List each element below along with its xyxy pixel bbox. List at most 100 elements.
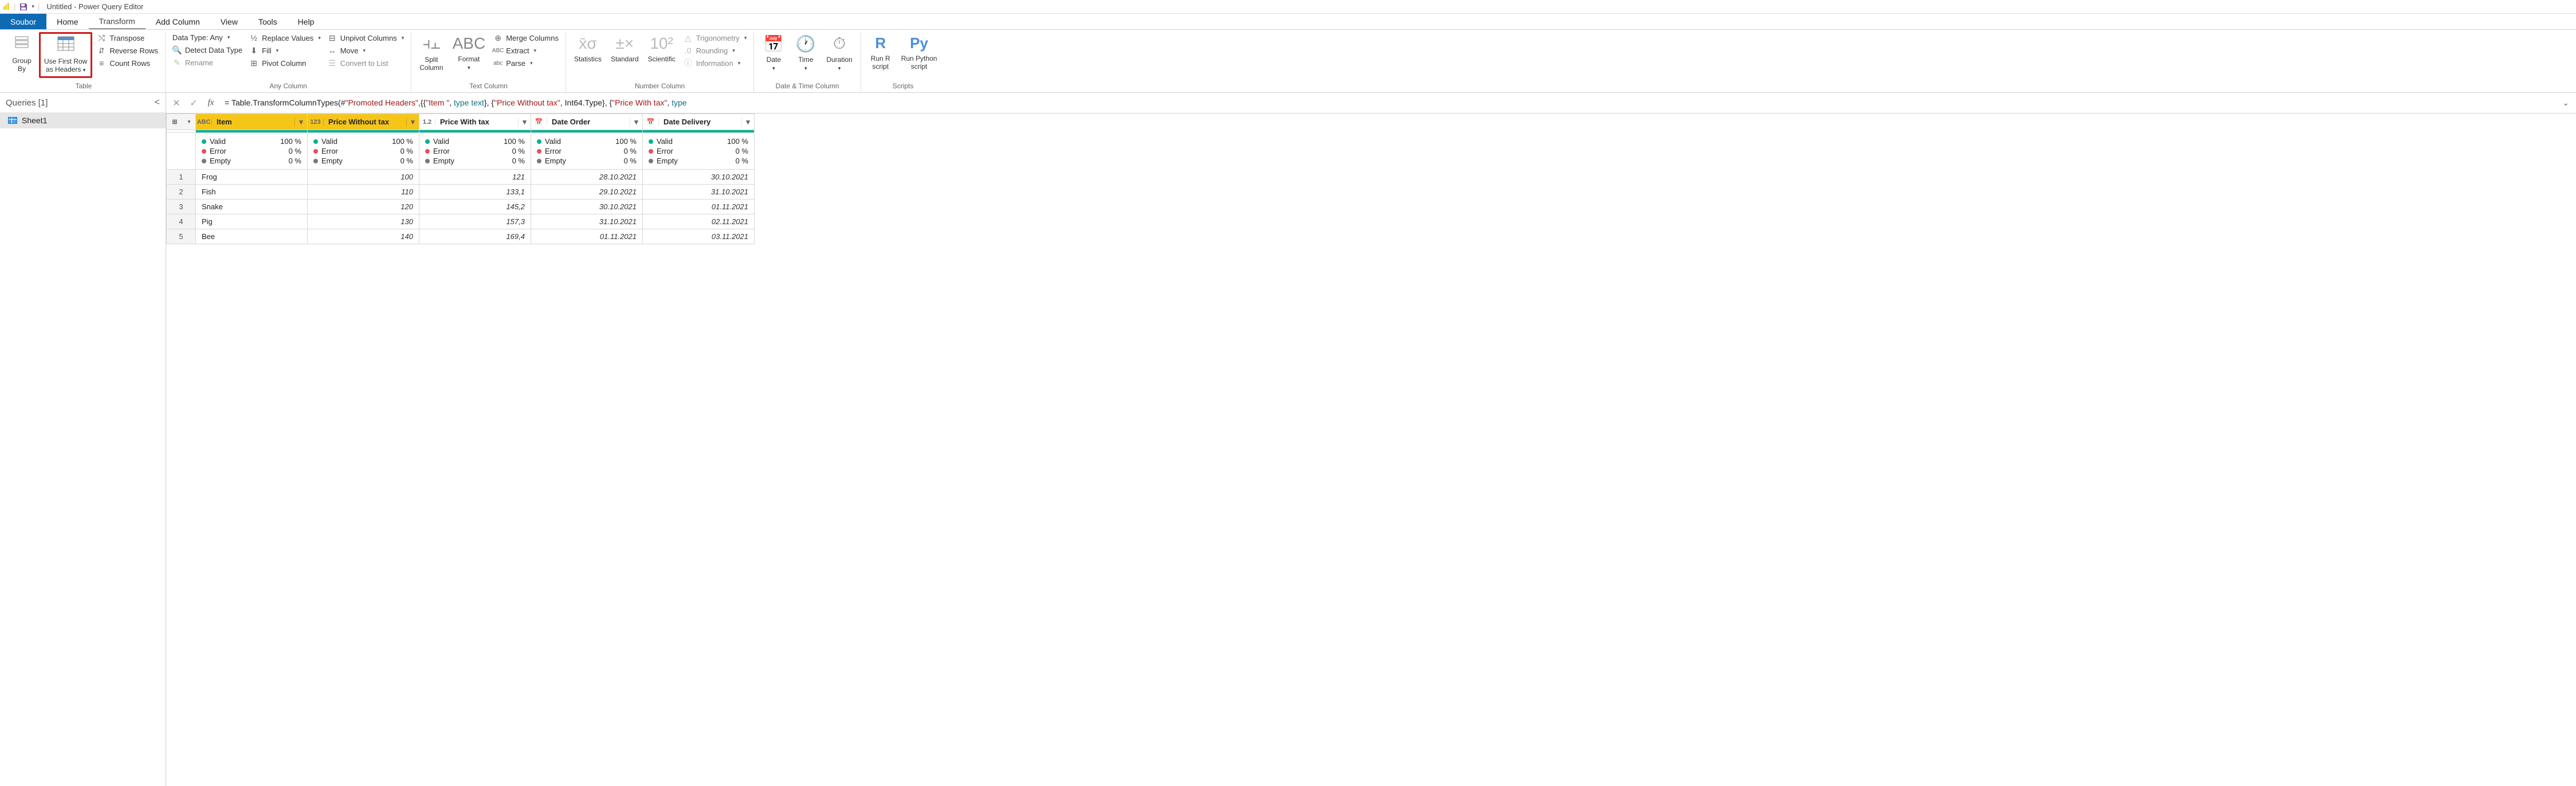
format-button[interactable]: ABC Format▾ — [449, 32, 489, 74]
merge-icon: ⊕ — [493, 33, 502, 42]
scientific-button[interactable]: 10²Scientific — [645, 32, 679, 65]
filter-icon[interactable]: ▾ — [294, 118, 307, 127]
ribbon-group-text-column: ⫞⫠ Split Column ABC Format▾ ⊕Merge Colum… — [411, 32, 566, 92]
standard-icon: ±× — [615, 34, 634, 53]
formula-bar: ✕ ✓ fx = Table.TransformColumnTypes(#"Pr… — [166, 93, 2576, 114]
merge-columns-button[interactable]: ⊕Merge Columns — [491, 32, 561, 44]
data-grid[interactable]: ⊞▾ ABCItem▾ 123Price Without tax▾ 1.2Pri… — [166, 114, 2576, 244]
replace-values-button[interactable]: ½Replace Values▾ — [247, 32, 323, 44]
table-row[interactable]: 1Frog10012128.10.202130.10.2021 — [167, 170, 755, 185]
replace-icon: ½ — [249, 33, 258, 42]
queries-pane: Queries [1] < Sheet1 — [0, 93, 166, 786]
tab-view[interactable]: View — [210, 14, 248, 29]
parse-button[interactable]: abcParse▾ — [491, 57, 561, 69]
tab-file[interactable]: Soubor — [0, 14, 46, 29]
standard-button[interactable]: ±×Standard — [607, 32, 642, 65]
group-label-table: Table — [7, 81, 160, 92]
cancel-formula-icon[interactable]: ✕ — [170, 96, 183, 110]
calendar-icon: 📅 — [764, 34, 784, 53]
tab-tools[interactable]: Tools — [248, 14, 288, 29]
pivot-column-button[interactable]: ⊞Pivot Column — [247, 57, 323, 69]
scientific-icon: 10² — [650, 34, 673, 53]
statistics-button[interactable]: x̄σStatistics — [571, 32, 605, 65]
header-row: ⊞▾ ABCItem▾ 123Price Without tax▾ 1.2Pri… — [167, 114, 755, 130]
detect-data-type-button[interactable]: 🔍Detect Data Type — [170, 44, 245, 56]
group-by-button[interactable]: Group By — [7, 32, 37, 75]
text-type-icon: ABC — [196, 119, 212, 126]
count-rows-button[interactable]: ≡Count Rows — [95, 57, 160, 69]
column-header-item[interactable]: ABCItem▾ — [196, 114, 308, 130]
rounding-button[interactable]: .0Rounding▾ — [681, 45, 749, 56]
time-button[interactable]: 🕐Time▾ — [791, 32, 820, 75]
expand-formula-icon[interactable]: ⌄ — [2559, 98, 2573, 108]
fx-icon[interactable]: fx — [204, 96, 218, 110]
split-column-button[interactable]: ⫞⫠ Split Column — [416, 32, 446, 74]
python-icon: Py — [910, 34, 928, 52]
collapse-pane-icon[interactable]: < — [155, 97, 160, 108]
move-icon: ↔ — [328, 46, 337, 55]
column-header-price-without-tax[interactable]: 123Price Without tax▾ — [308, 114, 419, 130]
fill-button[interactable]: ⬇Fill▾ — [247, 45, 323, 56]
rename-button[interactable]: ✎Rename — [170, 57, 245, 68]
filter-icon[interactable]: ▾ — [741, 118, 754, 127]
chevron-down-icon[interactable]: ▾ — [183, 119, 195, 125]
split-icon: ⫞⫠ — [422, 34, 440, 53]
unpivot-columns-button[interactable]: ⊟Unpivot Columns▾ — [325, 32, 407, 44]
group-label-datetime: Date & Time Column — [759, 81, 855, 92]
column-stats: Valid100 % Error0 % Empty0 % — [643, 133, 755, 170]
tab-home[interactable]: Home — [46, 14, 88, 29]
table-icon — [8, 117, 17, 124]
duration-button[interactable]: ⏱Duration▾ — [823, 32, 855, 75]
filter-icon[interactable]: ▾ — [406, 118, 419, 127]
filter-icon[interactable]: ▾ — [518, 118, 531, 127]
column-header-date-delivery[interactable]: 📅Date Delivery▾ — [643, 114, 755, 130]
ribbon-group-number-column: x̄σStatistics ±×Standard 10²Scientific △… — [566, 32, 754, 92]
transpose-button[interactable]: ⤭Transpose — [95, 32, 160, 44]
titlebar-divider: | — [38, 2, 40, 11]
transpose-icon: ⤭ — [97, 33, 106, 42]
tab-transform[interactable]: Transform — [89, 14, 146, 29]
convert-to-list-button[interactable]: ☰Convert to List — [325, 57, 407, 69]
table-row[interactable]: 3Snake120145,230.10.202101.11.2021 — [167, 200, 755, 214]
tab-help[interactable]: Help — [288, 14, 325, 29]
accept-formula-icon[interactable]: ✓ — [187, 96, 201, 110]
data-type-button[interactable]: Data Type: Any▾ — [170, 32, 245, 43]
reverse-rows-button[interactable]: ⮃Reverse Rows — [95, 45, 160, 56]
filter-icon[interactable]: ▾ — [630, 118, 642, 127]
save-icon[interactable] — [19, 2, 28, 11]
date-button[interactable]: 📅Date▾ — [759, 32, 788, 75]
ribbon-group-scripts: RRun R script PyRun Python script Script… — [861, 32, 945, 92]
titlebar-divider: | — [14, 2, 15, 11]
window-title: Untitled - Power Query Editor — [46, 2, 143, 11]
table-row[interactable]: 2Fish110133,129.10.202131.10.2021 — [167, 185, 755, 200]
select-all-button[interactable]: ⊞▾ — [167, 114, 196, 130]
table-row[interactable]: 5Bee140169,401.11.202103.11.2021 — [167, 229, 755, 244]
group-by-icon — [14, 34, 30, 54]
trigonometry-button[interactable]: △Trigonometry▾ — [681, 32, 749, 44]
information-button[interactable]: ⓘInformation▾ — [681, 57, 749, 69]
powerbi-icon — [2, 3, 10, 11]
move-button[interactable]: ↔Move▾ — [325, 45, 407, 56]
ribbon: Group By Use First Row as Headers ▾ ⤭Tra… — [0, 30, 2576, 93]
detect-icon: 🔍 — [172, 45, 182, 54]
tab-add-column[interactable]: Add Column — [146, 14, 210, 29]
column-header-price-with-tax[interactable]: 1.2Price With tax▾ — [419, 114, 531, 130]
table-row[interactable]: 4Pig130157,331.10.202102.11.2021 — [167, 214, 755, 229]
titlebar: | ▾ | Untitled - Power Query Editor — [0, 0, 2576, 14]
format-icon: ABC — [453, 34, 486, 53]
info-icon: ⓘ — [684, 58, 693, 68]
use-first-row-as-headers-button[interactable]: Use First Row as Headers ▾ — [39, 32, 92, 78]
run-r-script-button[interactable]: RRun R script — [866, 32, 896, 73]
query-item[interactable]: Sheet1 — [0, 112, 166, 128]
column-stats: Valid100 % Error0 % Empty0 % — [531, 133, 643, 170]
ribbon-group-datetime: 📅Date▾ 🕐Time▾ ⏱Duration▾ Date & Time Col… — [754, 32, 861, 92]
formula-input[interactable]: = Table.TransformColumnTypes(#"Promoted … — [221, 96, 2555, 110]
clock-icon: 🕐 — [796, 34, 816, 53]
ribbon-group-table: Group By Use First Row as Headers ▾ ⤭Tra… — [2, 32, 166, 92]
extract-button[interactable]: ABCExtract▾ — [491, 45, 561, 56]
qat-customize-icon[interactable]: ▾ — [32, 3, 34, 10]
run-python-script-button[interactable]: PyRun Python script — [898, 32, 941, 73]
column-header-date-order[interactable]: 📅Date Order▾ — [531, 114, 643, 130]
decimal-type-icon: 1.2 — [419, 119, 435, 126]
int-type-icon: 123 — [308, 119, 324, 126]
